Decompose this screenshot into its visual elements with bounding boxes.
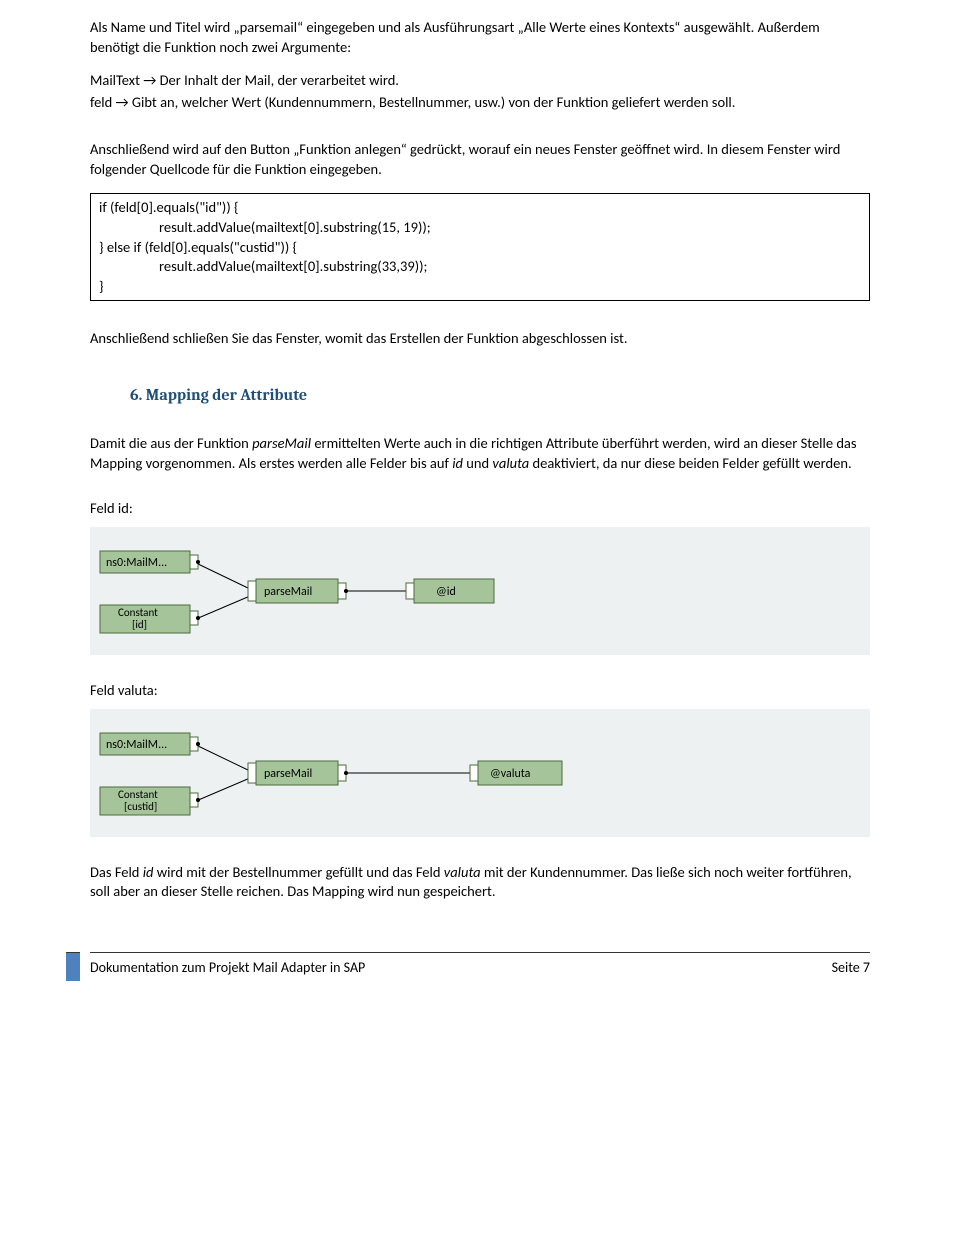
svg-text:[custid]: [custid] [124, 800, 157, 813]
footer-page: Seite 7 [832, 959, 870, 978]
footer-title: Dokumentation zum Projekt Mail Adapter i… [90, 959, 365, 978]
paragraph-4: Damit die aus der Funktion parseMail erm… [90, 434, 870, 473]
code-line-3: } else if (feld[0].equals("custid")) { [99, 238, 297, 256]
argument-1: MailText → Der Inhalt der Mail, der vera… [90, 71, 870, 91]
text: deaktiviert, da nur diese beiden Felder … [529, 454, 851, 472]
code-line-1: if (feld[0].equals("id")) { [99, 198, 239, 216]
mapping-diagram-id: ns0:MailM... Constant [id] parseMail @id [90, 527, 870, 655]
svg-text:@valuta: @valuta [490, 767, 531, 781]
label-field-valuta: Feld valuta: [90, 681, 870, 701]
paragraph-5: Das Feld id wird mit der Bestellnummer g… [90, 863, 870, 902]
paragraph-2: Anschließend wird auf den Button „Funkti… [90, 140, 870, 179]
text: Damit die aus der Funktion [90, 434, 252, 452]
code-line-4: result.addValue(mailtext[0].substring(33… [99, 257, 861, 277]
code-block: if (feld[0].equals("id")) { result.addVa… [90, 193, 870, 301]
italic-text: valuta [492, 454, 529, 472]
text: und [463, 454, 492, 472]
footer-accent [66, 952, 80, 981]
italic-text: id [143, 863, 154, 881]
page-footer: Dokumentation zum Projekt Mail Adapter i… [90, 952, 870, 978]
label-field-id: Feld id: [90, 499, 870, 519]
svg-text:parseMail: parseMail [264, 767, 312, 781]
svg-text:[id]: [id] [132, 618, 147, 631]
argument-2: feld → Gibt an, welcher Wert (Kundennumm… [90, 93, 870, 113]
svg-text:ns0:MailM...: ns0:MailM... [106, 738, 167, 752]
italic-text: parseMail [252, 434, 311, 452]
text: Das Feld [90, 863, 143, 881]
italic-text: id [452, 454, 463, 472]
section-heading-6: 6. Mapping der Attribute [130, 385, 870, 407]
paragraph-intro: Als Name und Titel wird „parsemail“ eing… [90, 18, 870, 57]
paragraph-3: Anschließend schließen Sie das Fenster, … [90, 329, 870, 349]
code-line-5: } [99, 277, 104, 295]
code-line-2: result.addValue(mailtext[0].substring(15… [99, 218, 861, 238]
mapping-diagram-valuta: ns0:MailM... Constant [custid] parseMail… [90, 709, 870, 837]
text: wird mit der Bestellnummer gefüllt und d… [154, 863, 444, 881]
svg-text:parseMail: parseMail [264, 585, 312, 599]
svg-text:ns0:MailM...: ns0:MailM... [106, 556, 167, 570]
italic-text: valuta [444, 863, 481, 881]
svg-text:@id: @id [436, 585, 456, 599]
